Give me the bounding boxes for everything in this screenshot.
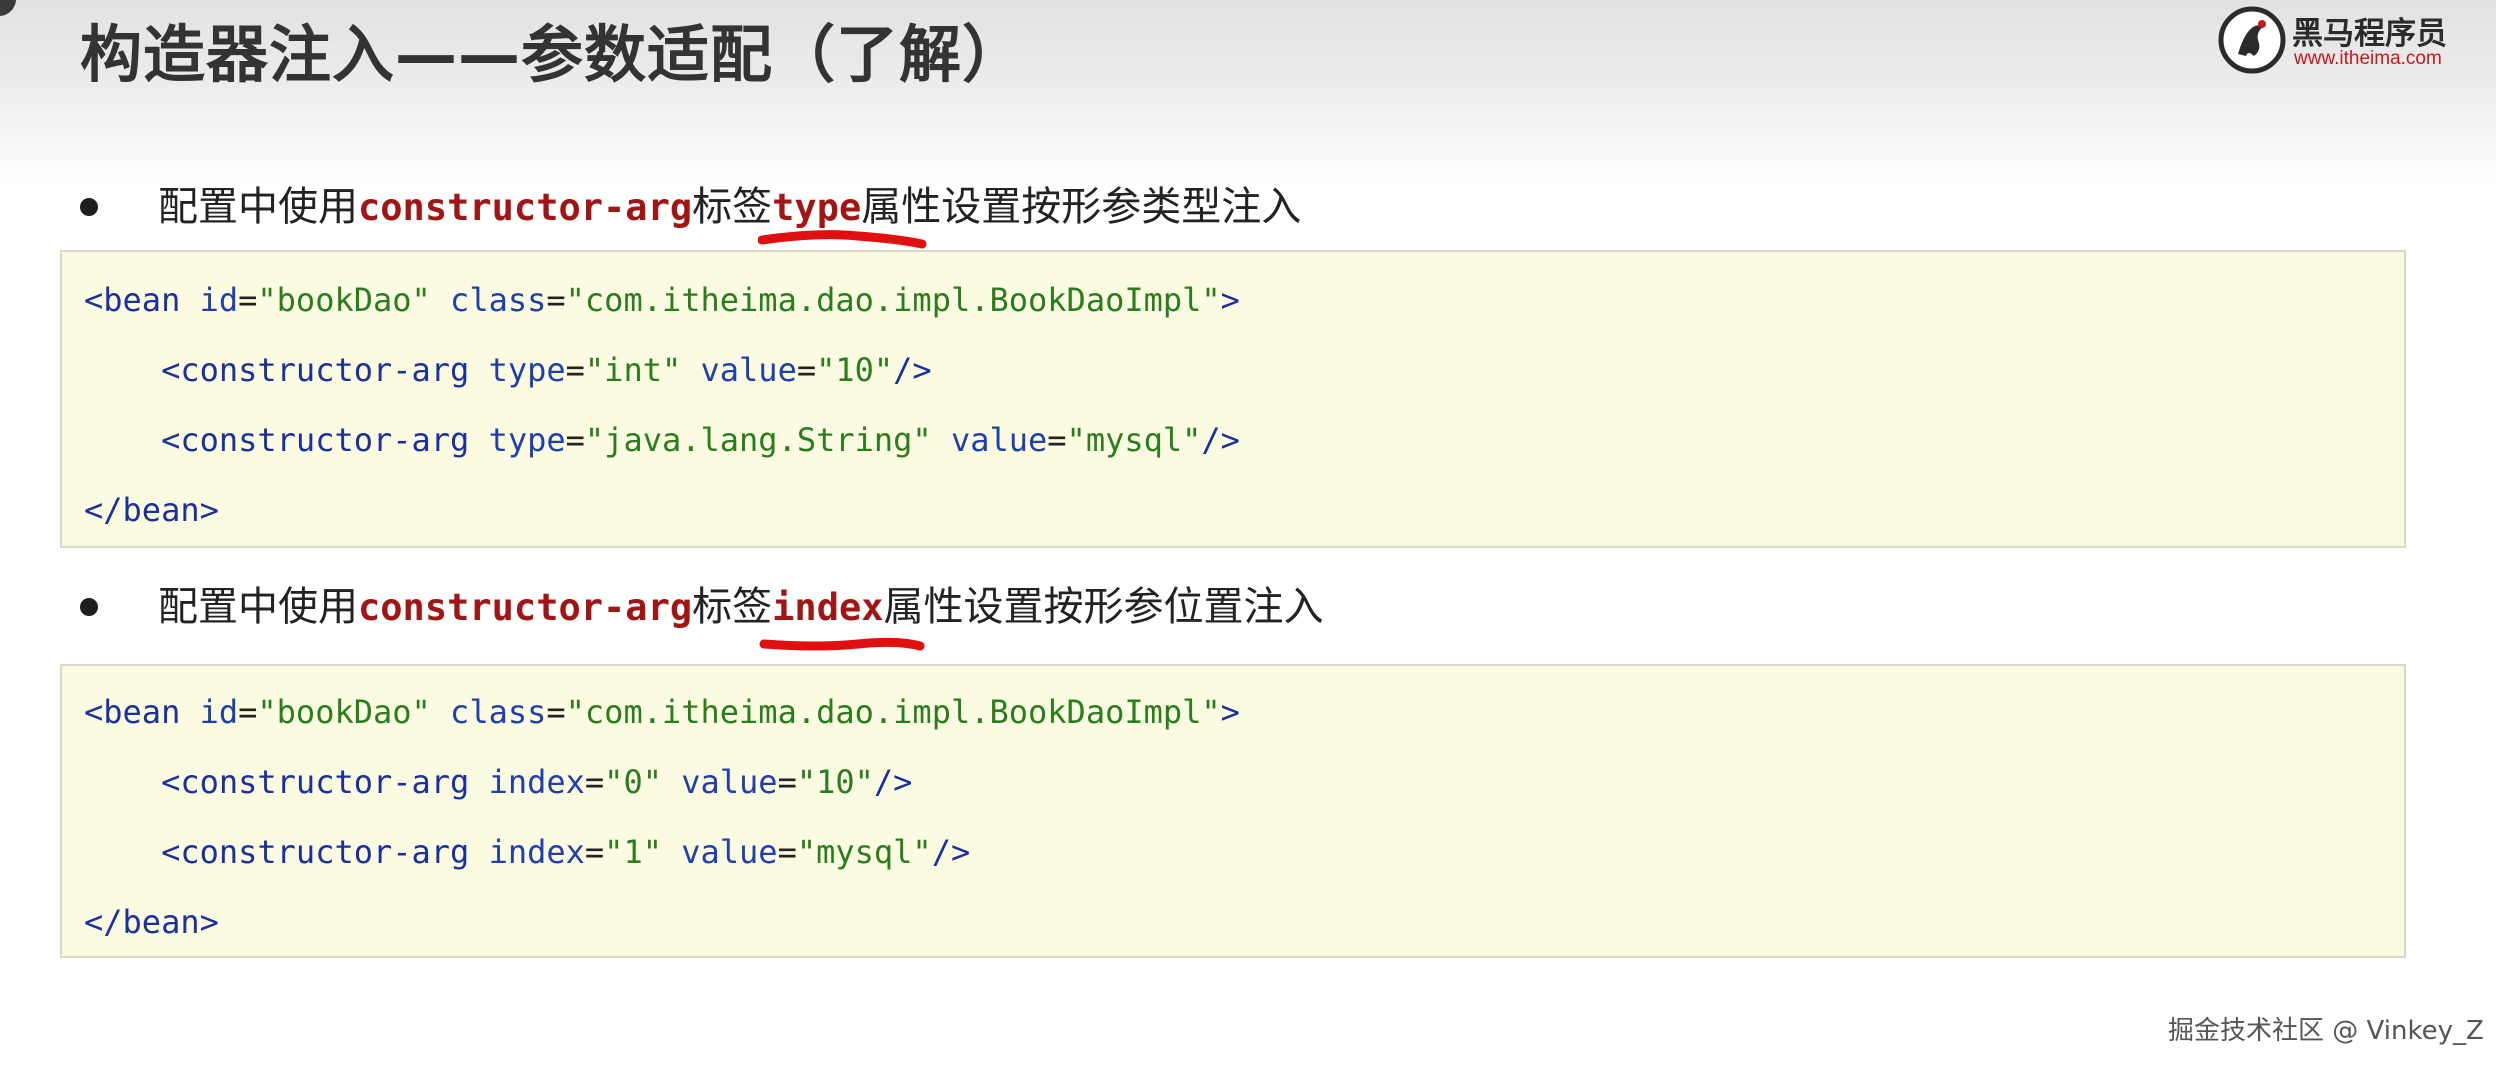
bullet-suffix: 属性设置按形参位置注入 (883, 584, 1324, 630)
bullet-text: 配置中使用constructor-arg标签type 属性设置按形参类型注入 (158, 182, 1301, 249)
bullet-dot (80, 198, 98, 216)
code-block-type: <bean id="bookDao" class="com.itheima.da… (60, 250, 2406, 548)
code-line-bean-close: </bean> (84, 491, 219, 529)
bullet-prefix: 配置中使用 (158, 584, 358, 630)
red-underline-annotation (759, 637, 925, 651)
bullet-middle: 标签 (692, 584, 773, 630)
red-underline-annotation (758, 230, 927, 249)
page-title: 构造器注入——参数适配（了解） (80, 18, 1026, 91)
code-line-constructor-arg: <constructor-arg index="0" value="10"/> (161, 763, 913, 801)
bullet-prefix: 配置中使用 (158, 184, 358, 230)
bullet-attribute: index (772, 586, 884, 629)
code-line-constructor-arg: <constructor-arg index="1" value="mysql"… (161, 833, 971, 871)
code-line-bean-close: </bean> (84, 903, 219, 941)
brand-logo: 黑马程序员 www.itheima.com (2218, 6, 2488, 78)
code-line-bean-open: <bean id="bookDao" class="com.itheima.da… (84, 281, 1240, 319)
code-block-index: <bean id="bookDao" class="com.itheima.da… (60, 664, 2406, 958)
logo-emblem-icon (2218, 6, 2286, 74)
bullet-keyword: constructor-arg (358, 586, 693, 629)
logo-url: www.itheima.com (2294, 48, 2442, 69)
code-line-constructor-arg: <constructor-arg type="java.lang.String"… (161, 421, 1240, 459)
bullet-dot (80, 598, 98, 616)
code-line-bean-open: <bean id="bookDao" class="com.itheima.da… (84, 693, 1240, 731)
logo-name: 黑马程序员 (2292, 16, 2447, 52)
bullet-keyword: constructor-arg (358, 186, 693, 229)
code-line-constructor-arg: <constructor-arg type="int" value="10"/> (161, 351, 932, 389)
bullet-text: 配置中使用constructor-arg标签index 属性设置按形参位置注入 (158, 582, 1324, 651)
watermark: 掘金技术社区 @ Vinkey_Z (2168, 1016, 2484, 1046)
